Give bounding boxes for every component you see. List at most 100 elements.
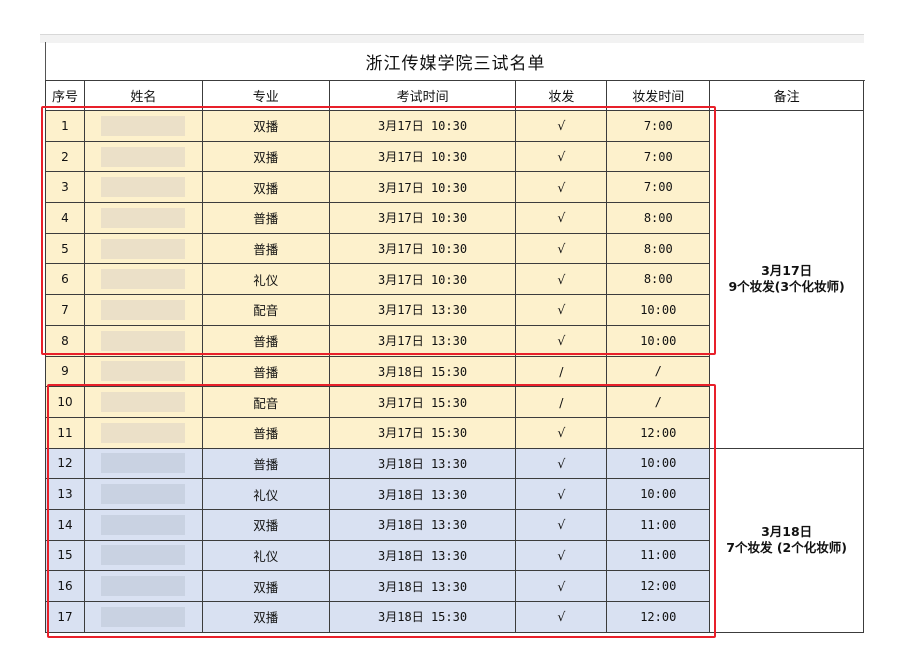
cell-major[interactable]: 配音 bbox=[201, 386, 330, 418]
cell-name[interactable] bbox=[83, 294, 203, 326]
cell-name[interactable] bbox=[83, 478, 203, 510]
header-makeup[interactable]: 妆发 bbox=[515, 80, 608, 111]
cell-no[interactable]: 14 bbox=[45, 508, 85, 541]
cell-major[interactable]: 双播 bbox=[201, 171, 330, 204]
cell-name[interactable] bbox=[83, 232, 203, 265]
cell-name[interactable] bbox=[83, 416, 203, 449]
cell-makeup-time[interactable]: 10:00 bbox=[606, 324, 711, 357]
cell-no[interactable]: 1 bbox=[45, 110, 85, 142]
cell-name[interactable] bbox=[83, 447, 203, 480]
cell-no[interactable]: 16 bbox=[45, 570, 85, 602]
cell-makeup[interactable]: √ bbox=[515, 508, 608, 541]
cell-makeup-time[interactable]: 8:00 bbox=[606, 263, 711, 296]
header-no[interactable]: 序号 bbox=[45, 80, 85, 111]
cell-makeup[interactable]: √ bbox=[515, 478, 608, 510]
cell-makeup-time[interactable]: / bbox=[606, 355, 711, 388]
cell-no[interactable]: 17 bbox=[45, 601, 85, 633]
cell-major[interactable]: 普播 bbox=[201, 324, 330, 357]
cell-no[interactable]: 13 bbox=[45, 478, 85, 510]
cell-no[interactable]: 4 bbox=[45, 202, 85, 234]
cell-makeup[interactable]: √ bbox=[515, 416, 608, 449]
cell-no[interactable]: 11 bbox=[45, 416, 85, 449]
cell-name[interactable] bbox=[83, 140, 203, 173]
cell-makeup[interactable]: √ bbox=[515, 294, 608, 326]
cell-makeup-time[interactable]: 8:00 bbox=[606, 232, 711, 265]
cell-major[interactable]: 礼仪 bbox=[201, 263, 330, 296]
cell-exam-time[interactable]: 3月17日 10:30 bbox=[328, 110, 517, 142]
cell-makeup[interactable]: √ bbox=[515, 171, 608, 204]
cell-exam-time[interactable]: 3月17日 10:30 bbox=[328, 202, 517, 234]
cell-makeup[interactable]: √ bbox=[515, 140, 608, 173]
cell-major[interactable]: 配音 bbox=[201, 294, 330, 326]
cell-makeup[interactable]: √ bbox=[515, 232, 608, 265]
cell-makeup-time[interactable]: 10:00 bbox=[606, 294, 711, 326]
cell-makeup[interactable]: √ bbox=[515, 447, 608, 480]
cell-name[interactable] bbox=[83, 570, 203, 602]
cell-exam-time[interactable]: 3月18日 13:30 bbox=[328, 508, 517, 541]
header-makeup-time[interactable]: 妆发时间 bbox=[606, 80, 711, 111]
cell-major[interactable]: 双播 bbox=[201, 508, 330, 541]
cell-exam-time[interactable]: 3月17日 15:30 bbox=[328, 416, 517, 449]
cell-makeup-time[interactable]: 7:00 bbox=[606, 140, 711, 173]
cell-makeup[interactable]: √ bbox=[515, 110, 608, 142]
cell-exam-time[interactable]: 3月17日 10:30 bbox=[328, 232, 517, 265]
cell-no[interactable]: 8 bbox=[45, 324, 85, 357]
cell-makeup-time[interactable]: 7:00 bbox=[606, 110, 711, 142]
cell-exam-time[interactable]: 3月18日 13:30 bbox=[328, 447, 517, 480]
cell-makeup-time[interactable]: 7:00 bbox=[606, 171, 711, 204]
cell-major[interactable]: 普播 bbox=[201, 447, 330, 480]
cell-makeup[interactable]: √ bbox=[515, 202, 608, 234]
cell-major[interactable]: 双播 bbox=[201, 570, 330, 602]
cell-major[interactable]: 双播 bbox=[201, 110, 330, 142]
cell-exam-time[interactable]: 3月18日 15:30 bbox=[328, 601, 517, 633]
header-exam-time[interactable]: 考试时间 bbox=[328, 80, 517, 111]
cell-exam-time[interactable]: 3月18日 13:30 bbox=[328, 478, 517, 510]
cell-major[interactable]: 普播 bbox=[201, 355, 330, 388]
cell-makeup[interactable]: / bbox=[515, 355, 608, 388]
cell-no[interactable]: 3 bbox=[45, 171, 85, 204]
cell-exam-time[interactable]: 3月18日 13:30 bbox=[328, 570, 517, 602]
cell-no[interactable]: 9 bbox=[45, 355, 85, 388]
cell-makeup[interactable]: √ bbox=[515, 601, 608, 633]
cell-exam-time[interactable]: 3月17日 15:30 bbox=[328, 386, 517, 418]
cell-name[interactable] bbox=[83, 386, 203, 418]
cell-major[interactable]: 普播 bbox=[201, 416, 330, 449]
cell-makeup-time[interactable]: 11:00 bbox=[606, 508, 711, 541]
cell-makeup[interactable]: √ bbox=[515, 570, 608, 602]
header-name[interactable]: 姓名 bbox=[83, 80, 203, 111]
cell-exam-time[interactable]: 3月18日 15:30 bbox=[328, 355, 517, 388]
cell-exam-time[interactable]: 3月17日 10:30 bbox=[328, 171, 517, 204]
cell-name[interactable] bbox=[83, 324, 203, 357]
cell-exam-time[interactable]: 3月17日 10:30 bbox=[328, 263, 517, 296]
cell-major[interactable]: 双播 bbox=[201, 601, 330, 633]
cell-exam-time[interactable]: 3月17日 13:30 bbox=[328, 294, 517, 326]
cell-makeup[interactable]: √ bbox=[515, 263, 608, 296]
cell-name[interactable] bbox=[83, 263, 203, 296]
cell-makeup-time[interactable]: 10:00 bbox=[606, 447, 711, 480]
cell-major[interactable]: 礼仪 bbox=[201, 478, 330, 510]
cell-major[interactable]: 礼仪 bbox=[201, 539, 330, 572]
cell-name[interactable] bbox=[83, 110, 203, 142]
cell-no[interactable]: 2 bbox=[45, 140, 85, 173]
cell-makeup-time[interactable]: 12:00 bbox=[606, 601, 711, 633]
cell-no[interactable]: 15 bbox=[45, 539, 85, 572]
cell-makeup[interactable]: / bbox=[515, 386, 608, 418]
cell-major[interactable]: 普播 bbox=[201, 202, 330, 234]
cell-no[interactable]: 7 bbox=[45, 294, 85, 326]
sheet-title[interactable]: 浙江传媒学院三试名单 bbox=[45, 42, 865, 81]
note-group-18[interactable]: 3月18日 7个妆发 (2个化妆师) bbox=[709, 447, 864, 633]
cell-exam-time[interactable]: 3月18日 13:30 bbox=[328, 539, 517, 572]
cell-exam-time[interactable]: 3月17日 10:30 bbox=[328, 140, 517, 173]
cell-name[interactable] bbox=[83, 171, 203, 204]
header-major[interactable]: 专业 bbox=[201, 80, 330, 111]
cell-makeup-time[interactable]: 8:00 bbox=[606, 202, 711, 234]
cell-name[interactable] bbox=[83, 601, 203, 633]
cell-makeup-time[interactable]: / bbox=[606, 386, 711, 418]
cell-no[interactable]: 5 bbox=[45, 232, 85, 265]
cell-makeup-time[interactable]: 12:00 bbox=[606, 416, 711, 449]
cell-no[interactable]: 6 bbox=[45, 263, 85, 296]
cell-name[interactable] bbox=[83, 508, 203, 541]
cell-makeup[interactable]: √ bbox=[515, 539, 608, 572]
cell-makeup[interactable]: √ bbox=[515, 324, 608, 357]
cell-name[interactable] bbox=[83, 539, 203, 572]
